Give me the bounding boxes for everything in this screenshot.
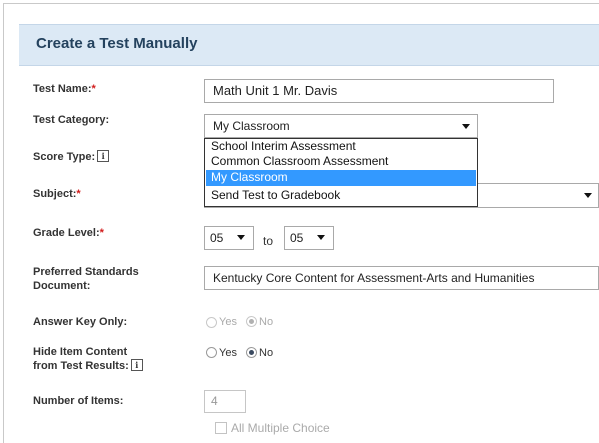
hide-item-content-label: Hide Item Content from Test Results: i <box>33 345 143 373</box>
hide-item-no-radio[interactable] <box>246 347 257 358</box>
test-name-input[interactable]: Math Unit 1 Mr. Davis <box>204 79 554 103</box>
answer-key-no-radio[interactable] <box>246 316 257 327</box>
test-category-value: My Classroom <box>213 119 290 133</box>
grade-to-label: to <box>263 234 274 248</box>
answer-key-yes-label: Yes <box>219 316 237 328</box>
test-category-select[interactable]: My Classroom <box>204 114 478 138</box>
grade-to-value: 05 <box>290 231 304 245</box>
chevron-down-icon <box>462 124 470 129</box>
answer-key-only-label: Answer Key Only: <box>33 316 128 328</box>
chevron-down-icon <box>317 235 325 240</box>
grade-level-label: Grade Level:* <box>33 227 104 239</box>
chevron-down-icon <box>237 235 245 240</box>
test-category-label: Test Category: <box>33 114 110 126</box>
option-common-classroom-assessment[interactable]: Common Classroom Assessment <box>206 154 476 169</box>
test-name-label: Test Name:* <box>33 83 96 95</box>
option-school-interim-assessment[interactable]: School Interim Assessment <box>206 139 476 154</box>
preferred-standards-select[interactable]: Kentucky Core Content for Assessment-Art… <box>204 266 599 290</box>
info-icon[interactable]: i <box>97 150 110 162</box>
hide-item-yes-radio[interactable] <box>206 347 217 358</box>
answer-key-yes-radio[interactable] <box>206 317 217 328</box>
grade-level-from-select[interactable]: 05 <box>204 226 254 250</box>
all-multiple-choice-checkbox[interactable] <box>215 422 227 434</box>
form-panel <box>3 3 599 443</box>
grade-level-to-select[interactable]: 05 <box>284 226 334 250</box>
number-of-items-label: Number of Items: <box>33 395 124 407</box>
page-title: Create a Test Manually <box>36 35 198 52</box>
option-my-classroom[interactable]: My Classroom <box>206 170 476 186</box>
grade-from-value: 05 <box>210 231 224 245</box>
subject-label: Subject:* <box>33 188 81 200</box>
option-send-test-to-gradebook[interactable]: Send Test to Gradebook <box>206 188 476 203</box>
hide-item-no-label: No <box>259 347 274 359</box>
preferred-standards-label: Preferred Standards Document: <box>33 266 139 292</box>
info-icon[interactable]: i <box>130 359 143 371</box>
answer-key-no-label: No <box>259 316 274 328</box>
score-type-label: Score Type: i <box>33 150 110 164</box>
all-multiple-choice-label: All Multiple Choice <box>231 421 330 435</box>
chevron-down-icon <box>584 193 592 198</box>
hide-item-yes-label: Yes <box>219 347 237 359</box>
test-category-options: School Interim Assessment Common Classro… <box>204 138 478 207</box>
number-of-items-input[interactable]: 4 <box>204 390 246 413</box>
